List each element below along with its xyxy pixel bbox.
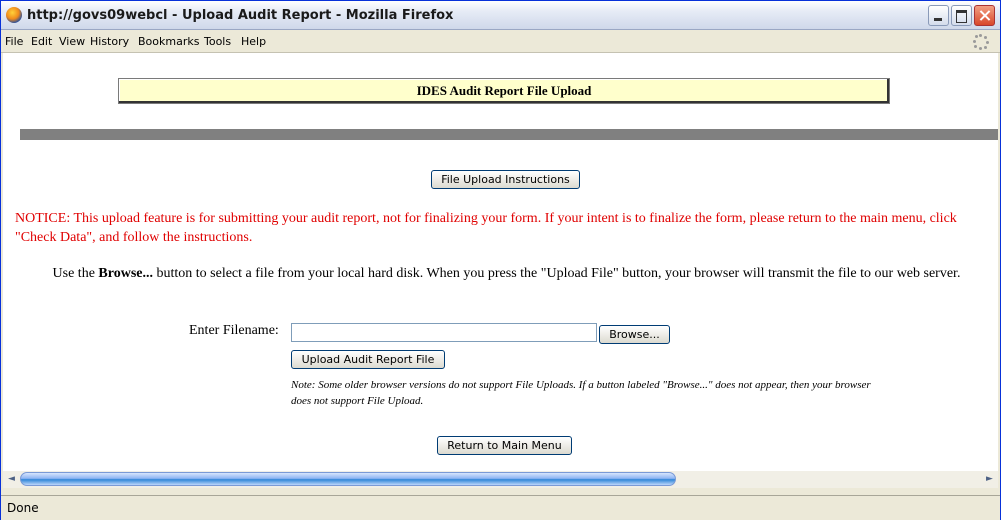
- loading-throbber-icon: [973, 34, 989, 50]
- menu-bar: File Edit View History Bookmarks Tools H…: [1, 30, 1000, 53]
- scroll-right-arrow-icon[interactable]: ►: [981, 471, 998, 488]
- return-to-main-menu-button[interactable]: Return to Main Menu: [437, 436, 572, 455]
- firefox-icon: [6, 7, 22, 23]
- browser-window: http://govs09webcl - Upload Audit Report…: [0, 0, 1001, 520]
- menu-file[interactable]: File: [5, 35, 23, 48]
- browse-button[interactable]: Browse...: [599, 325, 670, 344]
- close-button[interactable]: [974, 5, 995, 26]
- maximize-button[interactable]: [951, 5, 972, 26]
- menu-tools[interactable]: Tools: [204, 35, 231, 48]
- menu-help[interactable]: Help: [241, 35, 266, 48]
- status-text: Done: [7, 501, 39, 515]
- instructions-post: button to select a file from your local …: [153, 266, 961, 281]
- minimize-button[interactable]: [928, 5, 949, 26]
- menu-edit[interactable]: Edit: [31, 35, 52, 48]
- status-bar: Done: [1, 495, 1000, 520]
- instructions-pre: Use the: [52, 266, 99, 281]
- menu-history[interactable]: History: [90, 35, 129, 48]
- scroll-left-arrow-icon[interactable]: ◄: [3, 471, 20, 488]
- scrollbar-thumb[interactable]: [20, 472, 676, 486]
- horizontal-scrollbar[interactable]: ◄ ►: [3, 471, 998, 488]
- menu-bookmarks[interactable]: Bookmarks: [138, 35, 199, 48]
- browser-support-note: Note: Some older browser versions do not…: [291, 379, 871, 407]
- divider-bar: [20, 129, 998, 140]
- menu-view[interactable]: View: [59, 35, 85, 48]
- file-upload-instructions-button[interactable]: File Upload Instructions: [431, 170, 580, 189]
- window-title: http://govs09webcl - Upload Audit Report…: [27, 8, 454, 23]
- instructions-browse-bold: Browse...: [98, 266, 153, 281]
- title-bar: http://govs09webcl - Upload Audit Report…: [1, 1, 1000, 30]
- page-title: IDES Audit Report File Upload: [118, 78, 890, 104]
- upload-audit-report-button[interactable]: Upload Audit Report File: [291, 350, 445, 369]
- instructions-text: Use the Browse... button to select a fil…: [19, 264, 994, 283]
- notice-text: NOTICE: This upload feature is for submi…: [15, 211, 957, 245]
- filename-label: Enter Filename:: [189, 323, 279, 338]
- filename-input[interactable]: [291, 323, 597, 342]
- page-content: IDES Audit Report File Upload File Uploa…: [3, 53, 998, 471]
